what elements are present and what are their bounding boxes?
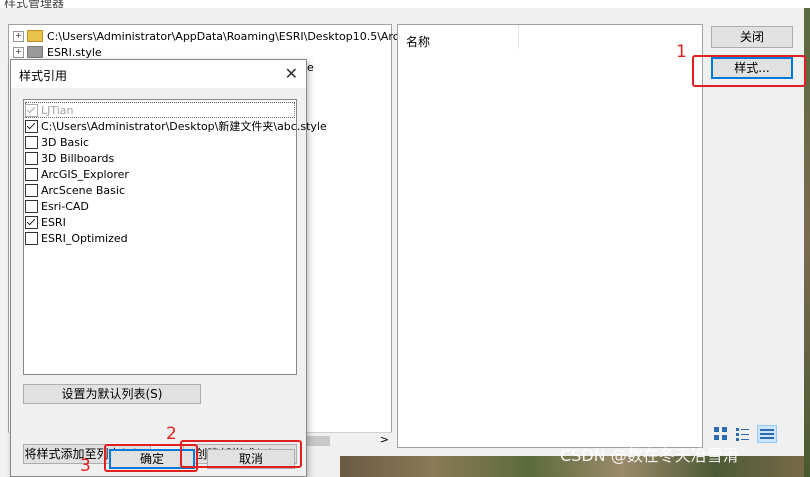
list-item[interactable]: 3D Basic (25, 134, 89, 150)
list-item[interactable]: ArcScene Basic (25, 182, 125, 198)
style-reference-list[interactable]: LJTian C:\Users\Administrator\Desktop\新建… (23, 99, 327, 375)
list-item[interactable]: C:\Users\Administrator\Desktop\新建文件夹\abc… (25, 118, 327, 134)
annotation-number-1: 1 (676, 42, 687, 62)
expand-icon[interactable]: + (13, 46, 24, 58)
checkbox[interactable] (25, 215, 38, 229)
scroll-right-icon[interactable]: > (380, 433, 389, 446)
checkbox[interactable] (25, 103, 38, 117)
annotation-number-2: 2 (166, 424, 177, 444)
tree-item-label: ESRI.style (47, 45, 102, 59)
annotation-number-3: 3 (80, 456, 91, 476)
list-item-label: 3D Basic (41, 135, 90, 149)
list-item[interactable]: LJTian (25, 102, 295, 118)
close-icon[interactable]: ✕ (285, 64, 298, 83)
dialog-title: 样式引用 (19, 69, 68, 83)
close-button[interactable]: 关闭 (711, 26, 793, 48)
checkbox[interactable] (25, 231, 38, 245)
small-icons-view-icon[interactable] (734, 425, 752, 443)
large-icons-view-icon[interactable] (712, 425, 730, 443)
checkbox[interactable] (25, 135, 38, 149)
details-view-icon[interactable] (757, 425, 777, 443)
checkbox[interactable] (25, 199, 38, 213)
folder-icon (27, 30, 43, 42)
list-item[interactable]: ESRI (25, 214, 66, 230)
dialog-titlebar: 样式引用 ✕ (11, 60, 306, 88)
list-item[interactable]: Esri-CAD (25, 198, 89, 214)
list-item-label: ESRI_Optimized (41, 231, 128, 245)
window-titlebar: 样式管理器 (0, 0, 810, 8)
window-title: 样式管理器 (4, 0, 65, 8)
style-item-list[interactable]: 名称 (397, 24, 703, 448)
checkbox[interactable] (25, 119, 38, 133)
annotation-box-3 (104, 444, 198, 472)
style-references-dialog: 样式引用 ✕ LJTian C:\Users\Administrator\Des… (10, 59, 327, 477)
tree-item-label: C:\Users\Administrator\AppData\Roaming\E… (47, 29, 426, 43)
watermark: CSDN @数在冬天冶雪滑 (560, 446, 739, 465)
list-item-label: C:\Users\Administrator\Desktop\新建文件夹\abc… (41, 120, 327, 133)
checkbox[interactable] (25, 167, 38, 181)
list-item-label: LJTian (41, 103, 74, 117)
checkbox[interactable] (25, 151, 38, 165)
annotation-box-1 (692, 55, 806, 87)
style-folder-icon (27, 46, 43, 58)
list-item-label: ESRI (41, 215, 66, 229)
checkbox[interactable] (25, 183, 38, 197)
annotation-box-2 (180, 440, 302, 468)
tree-item-esri-style[interactable]: + ESRI.style (13, 44, 102, 60)
list-item-label: Esri-CAD (41, 199, 89, 213)
set-default-list-button[interactable]: 设置为默认列表(S) (23, 384, 201, 404)
list-item[interactable]: ESRI_Optimized (25, 230, 128, 246)
list-item[interactable]: 3D Billboards (25, 150, 114, 166)
column-header-name[interactable]: 名称 (398, 25, 519, 49)
tree-item-appdata[interactable]: + C:\Users\Administrator\AppData\Roaming… (13, 28, 426, 44)
tree-partial-text: e (307, 61, 314, 74)
list-item-label: 3D Billboards (41, 151, 115, 165)
column-header-label: 名称 (406, 35, 431, 49)
expand-icon[interactable]: + (13, 30, 24, 42)
list-item-label: ArcScene Basic (41, 183, 126, 197)
list-item-label: ArcGIS_Explorer (41, 167, 129, 181)
list-item[interactable]: ArcGIS_Explorer (25, 166, 129, 182)
